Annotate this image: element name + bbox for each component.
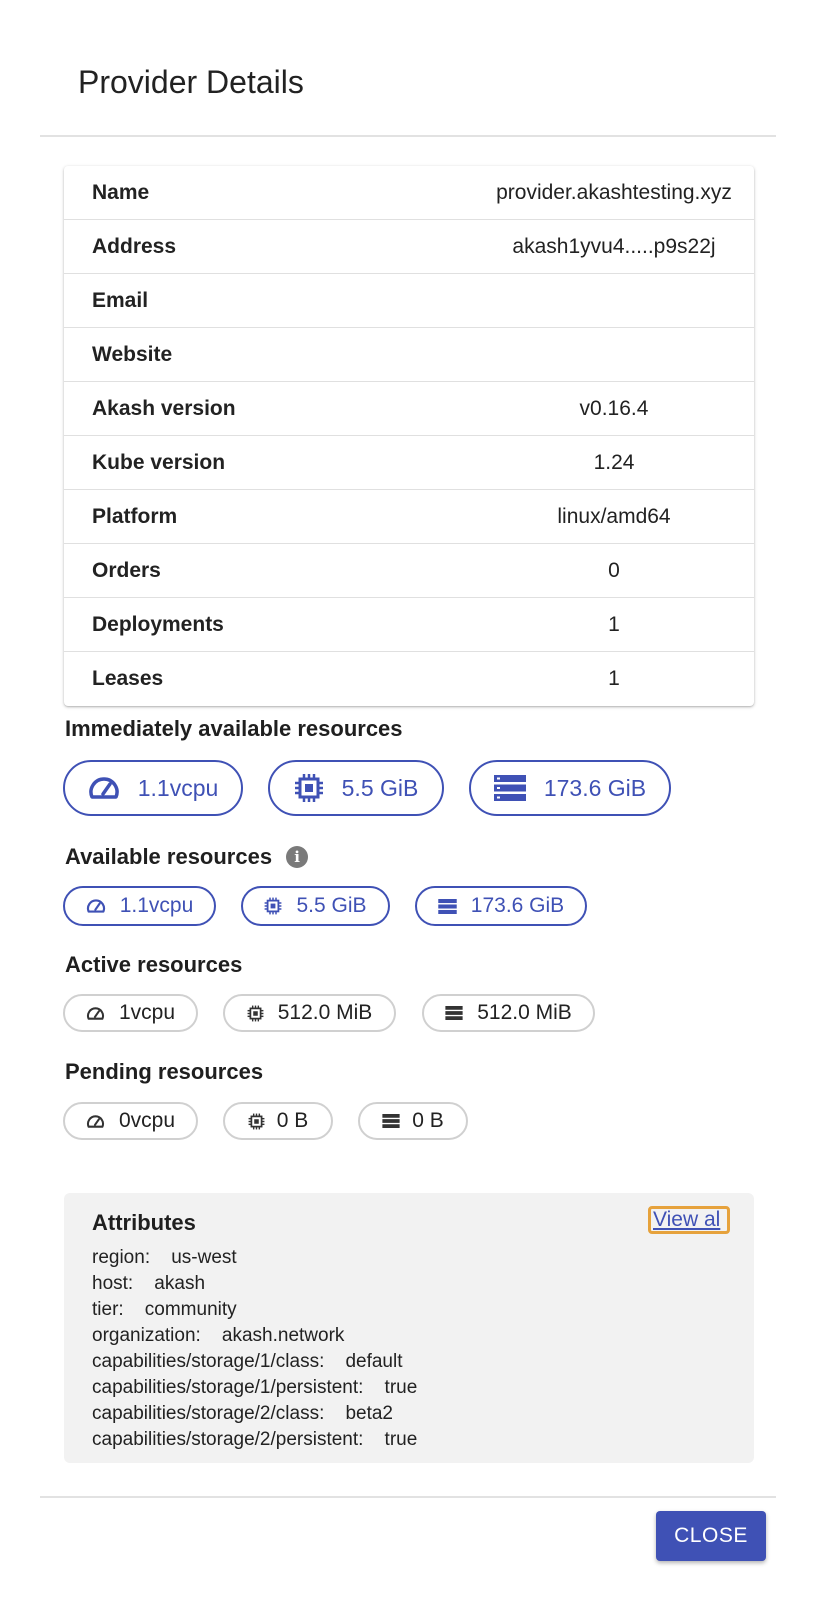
attribute-item: tier: community bbox=[92, 1299, 237, 1320]
pending-memory-chip: 0 B bbox=[223, 1102, 333, 1140]
pending-storage-chip: 0 B bbox=[358, 1102, 468, 1140]
storage-icon bbox=[493, 775, 526, 801]
speedometer-icon bbox=[86, 1114, 104, 1128]
info-value: 1.24 bbox=[593, 450, 635, 474]
storage-icon bbox=[445, 1006, 463, 1020]
info-row-address: Address akash1yvu4.....p9s22j bbox=[64, 220, 754, 274]
speedometer-icon bbox=[86, 1006, 104, 1020]
cpu-value: 1vcpu bbox=[118, 1001, 176, 1024]
info-value: v0.16.4 bbox=[579, 396, 649, 420]
info-label: Deployments bbox=[92, 612, 224, 636]
storage-icon bbox=[382, 1114, 400, 1128]
info-label: Leases bbox=[92, 667, 164, 690]
attribute-item: organization: akash.network bbox=[92, 1325, 345, 1346]
immediate-storage-chip: 173.6 GiB bbox=[469, 760, 671, 816]
info-label: Email bbox=[92, 288, 149, 312]
view-all-link[interactable]: View al bbox=[648, 1206, 730, 1234]
available-resources-title: Available resources i bbox=[65, 844, 309, 870]
available-resources-label: Available resources bbox=[65, 844, 273, 869]
memory-value: 512.0 MiB bbox=[277, 1001, 373, 1024]
info-label: Website bbox=[92, 342, 173, 366]
active-storage-chip: 512.0 MiB bbox=[422, 994, 595, 1032]
info-row-leases: Leases 1 bbox=[64, 652, 754, 706]
attributes-list: region: us-west host: akash tier: commun… bbox=[92, 1245, 417, 1453]
info-label: Name bbox=[92, 180, 150, 204]
info-row-orders: Orders 0 bbox=[64, 544, 754, 598]
title-divider bbox=[40, 135, 776, 137]
memory-value: 5.5 GiB bbox=[341, 774, 419, 801]
cpu-value: 1.1vcpu bbox=[137, 774, 219, 801]
info-row-name: Name provider.akashtesting.xyz bbox=[64, 166, 754, 220]
attribute-item: capabilities/storage/2/persistent: true bbox=[92, 1429, 418, 1450]
info-value: linux/amd64 bbox=[557, 504, 671, 528]
info-value: provider.akashtesting.xyz bbox=[496, 180, 732, 204]
cpu-value: 1.1vcpu bbox=[119, 894, 194, 917]
memory-value: 0 B bbox=[276, 1109, 309, 1132]
storage-icon bbox=[438, 898, 457, 914]
chip-icon bbox=[265, 897, 282, 915]
info-label: Orders bbox=[92, 558, 161, 582]
info-row-website: Website bbox=[64, 328, 754, 382]
attribute-item: capabilities/storage/1/class: default bbox=[92, 1351, 403, 1372]
speedometer-icon bbox=[88, 777, 119, 799]
immediate-resources-title: Immediately available resources bbox=[65, 716, 403, 741]
info-value: akash1yvu4.....p9s22j bbox=[512, 234, 716, 258]
storage-value: 0 B bbox=[412, 1109, 444, 1132]
chip-icon bbox=[294, 774, 323, 802]
info-icon[interactable]: i bbox=[286, 846, 309, 868]
info-label: Akash version bbox=[92, 396, 236, 420]
attribute-item: capabilities/storage/2/class: beta2 bbox=[92, 1403, 394, 1424]
info-value: 1 bbox=[608, 667, 620, 690]
chip-icon bbox=[247, 1005, 264, 1021]
available-cpu-chip: 1.1vcpu bbox=[63, 886, 216, 926]
close-button[interactable]: CLOSE bbox=[656, 1511, 766, 1561]
active-resources-title: Active resources bbox=[65, 952, 243, 977]
footer-divider bbox=[40, 1496, 776, 1498]
info-label: Address bbox=[92, 234, 177, 258]
attributes-panel: Attributes View al region: us-west host:… bbox=[64, 1193, 754, 1463]
info-value: 0 bbox=[608, 558, 620, 582]
info-label: Platform bbox=[92, 504, 178, 528]
pending-cpu-chip: 0vcpu bbox=[63, 1102, 198, 1140]
available-storage-chip: 173.6 GiB bbox=[415, 886, 587, 926]
active-memory-chip: 512.0 MiB bbox=[223, 994, 396, 1032]
memory-value: 5.5 GiB bbox=[296, 894, 367, 917]
info-value: 1 bbox=[608, 612, 620, 636]
pending-resources-title: Pending resources bbox=[65, 1059, 264, 1084]
info-row-kube-version: Kube version 1.24 bbox=[64, 436, 754, 490]
attribute-item: host: akash bbox=[92, 1273, 206, 1294]
storage-value: 173.6 GiB bbox=[543, 774, 647, 801]
active-cpu-chip: 1vcpu bbox=[63, 994, 198, 1032]
attribute-item: capabilities/storage/1/persistent: true bbox=[92, 1377, 418, 1398]
info-row-deployments: Deployments 1 bbox=[64, 598, 754, 652]
immediate-cpu-chip: 1.1vcpu bbox=[63, 760, 243, 816]
info-row-akash-version: Akash version v0.16.4 bbox=[64, 382, 754, 436]
cpu-value: 0vcpu bbox=[118, 1109, 176, 1132]
attribute-item: region: us-west bbox=[92, 1247, 237, 1268]
chip-icon bbox=[248, 1113, 265, 1129]
storage-value: 512.0 MiB bbox=[477, 1001, 572, 1024]
dialog-title: Provider Details bbox=[78, 64, 304, 100]
storage-value: 173.6 GiB bbox=[470, 894, 565, 917]
info-label: Kube version bbox=[92, 450, 226, 474]
info-row-platform: Platform linux/amd64 bbox=[64, 490, 754, 544]
available-memory-chip: 5.5 GiB bbox=[241, 886, 390, 926]
speedometer-icon bbox=[86, 899, 105, 913]
info-row-email: Email bbox=[64, 274, 754, 328]
provider-info-table: Name provider.akashtesting.xyz Address a… bbox=[64, 166, 754, 706]
immediate-memory-chip: 5.5 GiB bbox=[268, 760, 444, 816]
attributes-title: Attributes bbox=[92, 1210, 196, 1235]
